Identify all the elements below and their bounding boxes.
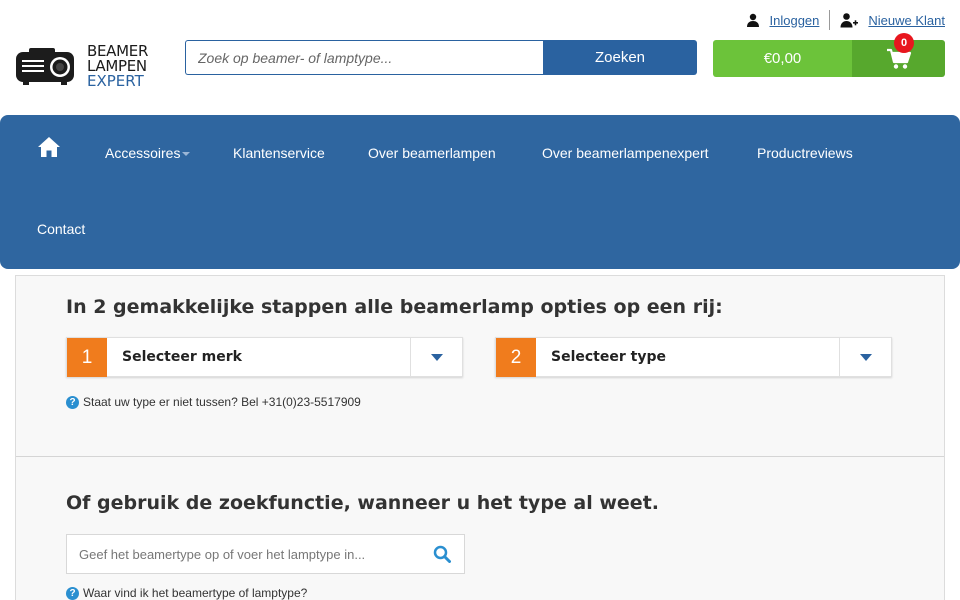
lamp-finder-card: In 2 gemakkelijke stappen alle beamerlam… (15, 275, 945, 600)
login-link[interactable]: Inloggen (746, 12, 820, 28)
chevron-down-icon (430, 353, 443, 361)
chevron-down-icon (182, 152, 191, 157)
logo-text: BEAMER LAMPEN EXPERT (87, 43, 148, 90)
question-icon: ? (66, 395, 79, 409)
login-label: Inloggen (769, 12, 820, 28)
nav-item-label: Over beamerlampenexpert (542, 145, 709, 161)
account-divider (829, 10, 831, 30)
search-help-text: Waar vind ik het beamertype of lamptype? (83, 586, 308, 600)
search-section-title: Of gebruik de zoekfunctie, wanneer u het… (66, 492, 659, 514)
nav-item-label: Klantenservice (233, 145, 325, 161)
finder-help-text: Staat uw type er niet tussen? Bel +31(0)… (83, 395, 361, 409)
cart-icon-wrap: 0 (852, 33, 945, 77)
new-customer-label: Nieuwe Klant (868, 12, 945, 28)
account-links: Inloggen Nieuwe Klant (746, 10, 945, 30)
cart-button[interactable]: €0,00 0 (713, 33, 945, 77)
section-divider (16, 456, 944, 457)
logo-line-3: EXPERT (87, 71, 144, 90)
nav-item-label: Accessoires (105, 145, 181, 161)
nav-item-over-beamerlampen[interactable]: Over beamerlampen (368, 145, 496, 161)
type-select-label: Selecteer type (551, 349, 666, 365)
site-logo[interactable]: BEAMER LAMPEN EXPERT (15, 42, 160, 90)
cart-count-badge: 0 (894, 33, 914, 53)
main-navigation: Accessoires Klantenservice Over beamerla… (0, 115, 960, 269)
header-search: Zoeken (185, 40, 697, 75)
cart-amount: €0,00 (713, 40, 852, 77)
brand-select[interactable]: 1 Selecteer merk (66, 337, 463, 377)
search-button[interactable]: Zoeken (543, 40, 697, 75)
search-input[interactable] (185, 40, 543, 75)
nav-item-label: Contact (37, 221, 86, 237)
projector-icon (16, 48, 74, 85)
type-search-input[interactable] (67, 535, 420, 573)
nav-item-productreviews[interactable]: Productreviews (757, 145, 853, 161)
user-icon (746, 13, 759, 27)
nav-item-klantenservice[interactable]: Klantenservice (233, 145, 325, 161)
search-help[interactable]: ? Waar vind ik het beamertype of lamptyp… (66, 586, 307, 600)
type-select[interactable]: 2 Selecteer type (495, 337, 892, 377)
nav-item-over-beamerlampenexpert[interactable]: Over beamerlampenexpert (542, 145, 709, 161)
nav-item-contact[interactable]: Contact (37, 221, 85, 237)
step-number-1: 1 (67, 338, 107, 377)
new-customer-link[interactable]: Nieuwe Klant (840, 12, 945, 28)
nav-item-accessoires[interactable]: Accessoires (105, 145, 191, 161)
finder-help: ? Staat uw type er niet tussen? Bel +31(… (66, 395, 361, 409)
finder-title: In 2 gemakkelijke stappen alle beamerlam… (66, 296, 723, 318)
question-icon: ? (66, 586, 79, 600)
step-number-2: 2 (496, 338, 536, 377)
brand-select-arrow (410, 338, 462, 376)
chevron-down-icon (859, 353, 872, 361)
search-icon (433, 545, 451, 563)
nav-item-label: Productreviews (757, 145, 853, 161)
home-icon (38, 137, 60, 157)
brand-select-label: Selecteer merk (122, 349, 242, 365)
nav-item-label: Over beamerlampen (368, 145, 496, 161)
type-search-button[interactable] (420, 545, 464, 563)
add-user-icon (840, 13, 859, 28)
type-select-arrow (839, 338, 891, 376)
type-search-box (66, 534, 465, 574)
nav-home[interactable] (37, 136, 61, 161)
